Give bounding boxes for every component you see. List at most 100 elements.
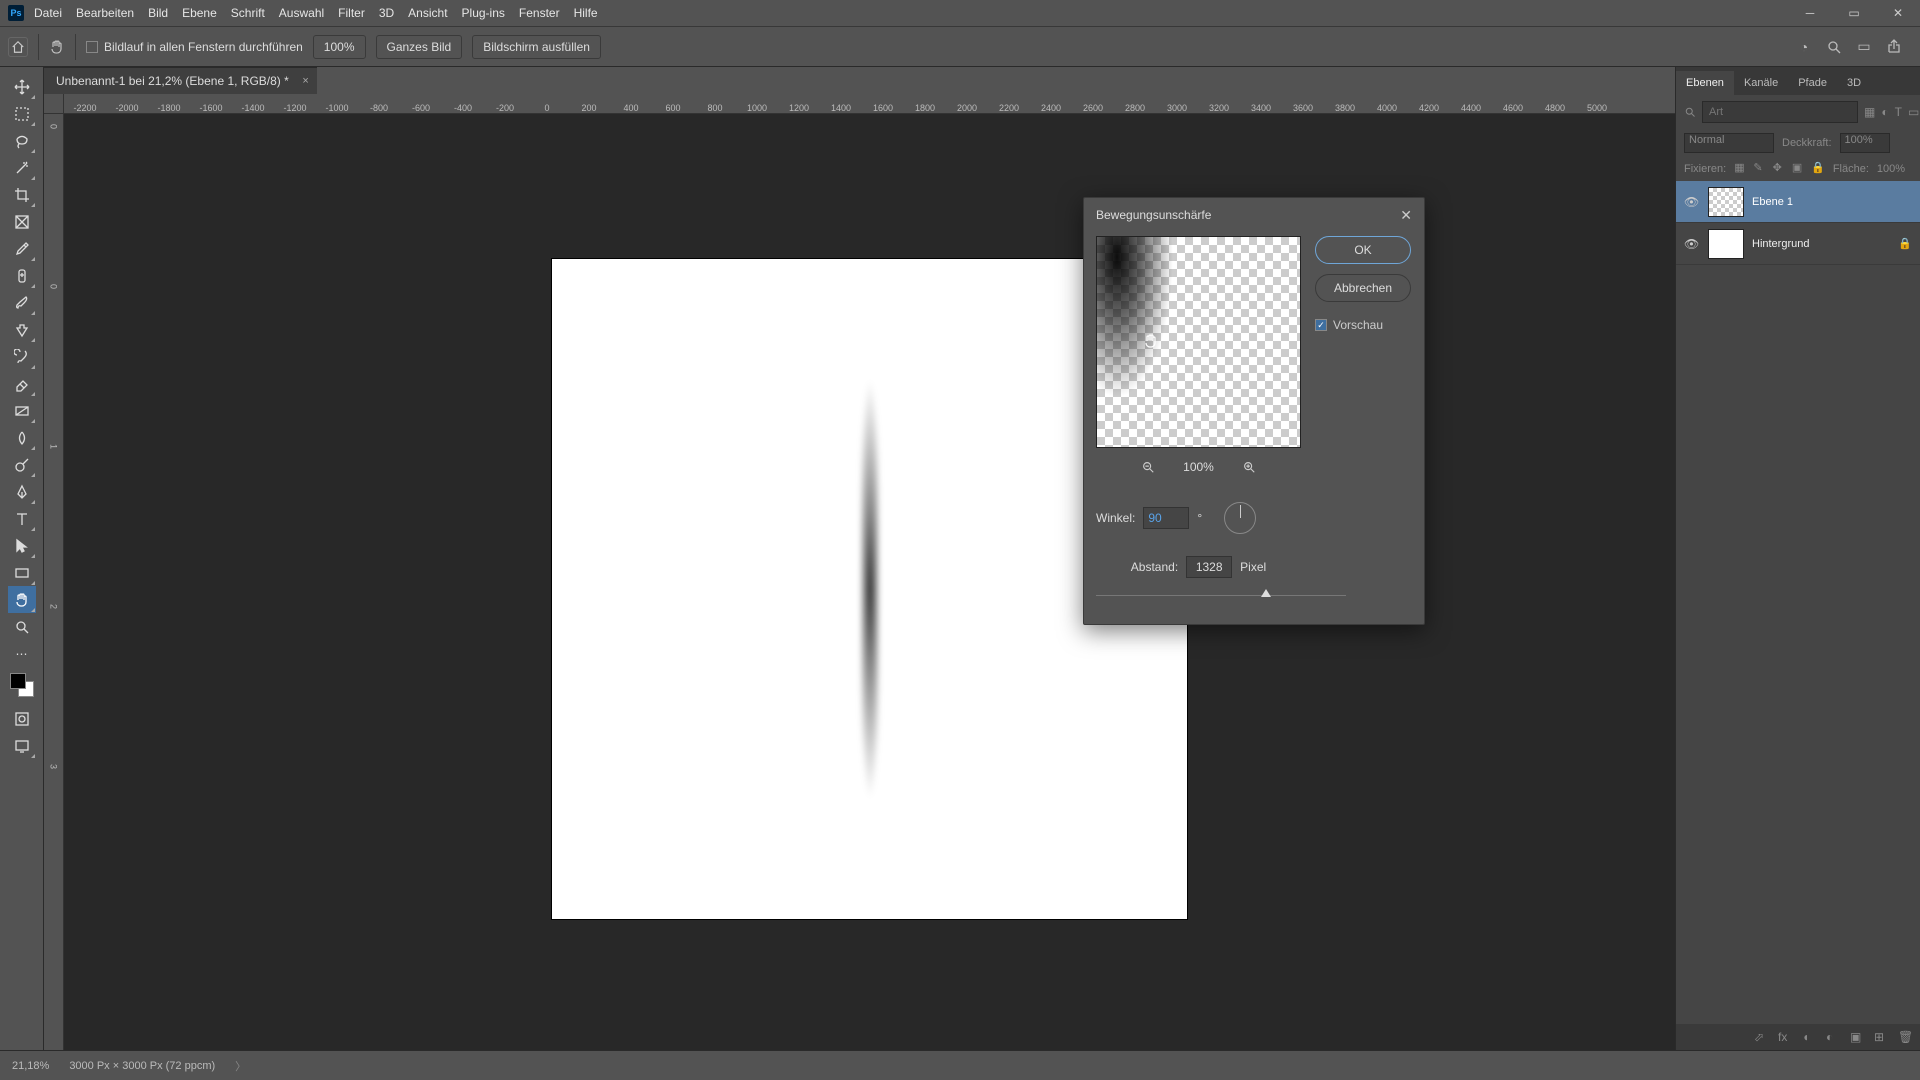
layer-thumbnail[interactable] xyxy=(1708,229,1744,259)
filter-image-icon[interactable]: ▦ xyxy=(1864,103,1875,121)
edit-toolbar[interactable]: ⋯ xyxy=(8,640,36,667)
hand-tool[interactable] xyxy=(8,586,36,613)
menu-3d[interactable]: 3D xyxy=(379,6,394,20)
link-layers-icon[interactable]: ⬀ xyxy=(1754,1030,1768,1044)
fill-screen-button[interactable]: Bildschirm ausfüllen xyxy=(472,35,601,59)
status-zoom[interactable]: 21,18% xyxy=(12,1060,49,1072)
layer-filter-input[interactable] xyxy=(1702,101,1858,123)
maximize-button[interactable]: ▭ xyxy=(1832,0,1876,27)
preview-checkbox[interactable]: Vorschau xyxy=(1315,318,1411,332)
blur-tool[interactable] xyxy=(8,424,36,451)
filter-type-icon[interactable]: T xyxy=(1895,103,1902,121)
tab-ebenen[interactable]: Ebenen xyxy=(1676,71,1734,95)
home-icon[interactable] xyxy=(8,37,28,57)
lock-position-icon[interactable]: ✥ xyxy=(1773,161,1784,177)
filter-shape-icon[interactable]: ▭ xyxy=(1908,103,1919,121)
rectangle-tool[interactable] xyxy=(8,559,36,586)
dodge-tool[interactable] xyxy=(8,451,36,478)
layer-row[interactable]: 👁 Ebene 1 xyxy=(1676,181,1920,223)
status-docinfo[interactable]: 3000 Px × 3000 Px (72 ppcm) xyxy=(69,1060,215,1072)
menu-plugins[interactable]: Plug-ins xyxy=(462,6,505,20)
type-tool[interactable] xyxy=(8,505,36,532)
angle-input[interactable] xyxy=(1143,507,1189,529)
brush-tool[interactable] xyxy=(8,289,36,316)
path-select-tool[interactable] xyxy=(8,532,36,559)
fill-value[interactable]: 100% xyxy=(1877,163,1912,175)
menu-ebene[interactable]: Ebene xyxy=(182,6,217,20)
lock-artboard-icon[interactable]: ▣ xyxy=(1792,161,1803,177)
eraser-tool[interactable] xyxy=(8,370,36,397)
tab-pfade[interactable]: Pfade xyxy=(1788,71,1837,95)
canvas-area[interactable] xyxy=(64,114,1675,1050)
layer-mask-icon[interactable]: ◖ xyxy=(1802,1030,1816,1044)
close-button[interactable]: ✕ xyxy=(1876,0,1920,27)
zoom-in-icon[interactable] xyxy=(1242,460,1256,474)
ok-button[interactable]: OK xyxy=(1315,236,1411,264)
fg-color-swatch[interactable] xyxy=(10,673,26,689)
history-brush-tool[interactable] xyxy=(8,343,36,370)
crop-tool[interactable] xyxy=(8,181,36,208)
dialog-titlebar[interactable]: Bewegungsunschärfe ✕ xyxy=(1084,198,1424,232)
slider-thumb[interactable] xyxy=(1261,589,1271,597)
fit-screen-button[interactable]: Ganzes Bild xyxy=(376,35,463,59)
scroll-all-checkbox[interactable]: Bildlauf in allen Fenstern durchführen xyxy=(86,40,303,54)
distance-input[interactable] xyxy=(1186,556,1232,578)
new-layer-icon[interactable]: ⊞ xyxy=(1874,1030,1888,1044)
status-chevron-icon[interactable]: 〉 xyxy=(235,1058,246,1074)
menu-hilfe[interactable]: Hilfe xyxy=(574,6,598,20)
quick-mask-tool[interactable] xyxy=(8,705,36,732)
menu-datei[interactable]: Datei xyxy=(34,6,62,20)
magic-wand-tool[interactable] xyxy=(8,154,36,181)
visibility-icon[interactable]: 👁 xyxy=(1684,195,1700,209)
opacity-value[interactable]: 100% xyxy=(1840,133,1890,153)
share-icon[interactable] xyxy=(1886,39,1902,55)
cancel-button[interactable]: Abbrechen xyxy=(1315,274,1411,302)
adjustment-layer-icon[interactable]: ◐ xyxy=(1826,1030,1840,1044)
menu-schrift[interactable]: Schrift xyxy=(231,6,265,20)
eyedropper-tool[interactable] xyxy=(8,235,36,262)
lasso-tool[interactable] xyxy=(8,127,36,154)
visibility-icon[interactable]: 👁 xyxy=(1684,237,1700,251)
menu-ansicht[interactable]: Ansicht xyxy=(408,6,447,20)
color-swatches[interactable] xyxy=(8,671,36,699)
layer-thumbnail[interactable] xyxy=(1708,187,1744,217)
menu-bild[interactable]: Bild xyxy=(148,6,168,20)
zoom-100-button[interactable]: 100% xyxy=(313,35,366,59)
tab-3d[interactable]: 3D xyxy=(1837,71,1871,95)
tab-kanaele[interactable]: Kanäle xyxy=(1734,71,1788,95)
group-icon[interactable]: ▣ xyxy=(1850,1030,1864,1044)
document-tab[interactable]: Unbenannt-1 bei 21,2% (Ebene 1, RGB/8) *… xyxy=(44,67,317,94)
pen-tool[interactable] xyxy=(8,478,36,505)
vertical-ruler[interactable]: 0 0 1 2 3 xyxy=(44,114,64,1050)
horizontal-ruler[interactable]: -2200-2000-1800-1600-1400-1200-1000-800-… xyxy=(64,94,1675,114)
frame-tool[interactable] xyxy=(8,208,36,235)
filter-adjust-icon[interactable]: ◐ xyxy=(1881,103,1888,121)
dialog-preview[interactable] xyxy=(1096,236,1301,448)
menu-fenster[interactable]: Fenster xyxy=(519,6,560,20)
gradient-tool[interactable] xyxy=(8,397,36,424)
zoom-out-icon[interactable] xyxy=(1141,460,1155,474)
layer-fx-icon[interactable]: fx xyxy=(1778,1030,1792,1044)
delete-layer-icon[interactable]: 🗑 xyxy=(1898,1030,1912,1044)
dialog-close-icon[interactable]: ✕ xyxy=(1400,207,1412,224)
search-icon[interactable] xyxy=(1826,39,1842,55)
cloud-docs-icon[interactable]: ◔ xyxy=(1796,39,1812,55)
menu-bearbeiten[interactable]: Bearbeiten xyxy=(76,6,134,20)
distance-slider[interactable] xyxy=(1096,588,1346,602)
blend-mode-select[interactable]: Normal xyxy=(1684,133,1774,153)
lock-icon[interactable]: 🔒 xyxy=(1898,237,1912,250)
zoom-tool[interactable] xyxy=(8,613,36,640)
hand-tool-icon[interactable] xyxy=(49,39,65,55)
layer-row[interactable]: 👁 Hintergrund 🔒 xyxy=(1676,223,1920,265)
marquee-tool[interactable] xyxy=(8,100,36,127)
close-tab-icon[interactable]: × xyxy=(302,75,308,87)
lock-transparency-icon[interactable]: ▦ xyxy=(1734,161,1745,177)
menu-auswahl[interactable]: Auswahl xyxy=(279,6,324,20)
layer-name[interactable]: Ebene 1 xyxy=(1752,196,1793,208)
healing-tool[interactable] xyxy=(8,262,36,289)
clone-tool[interactable] xyxy=(8,316,36,343)
lock-pixels-icon[interactable]: ✎ xyxy=(1753,161,1764,177)
workspace-icon[interactable]: ▭ xyxy=(1856,39,1872,55)
screen-mode-tool[interactable] xyxy=(8,732,36,759)
lock-all-icon[interactable]: 🔒 xyxy=(1811,161,1825,177)
